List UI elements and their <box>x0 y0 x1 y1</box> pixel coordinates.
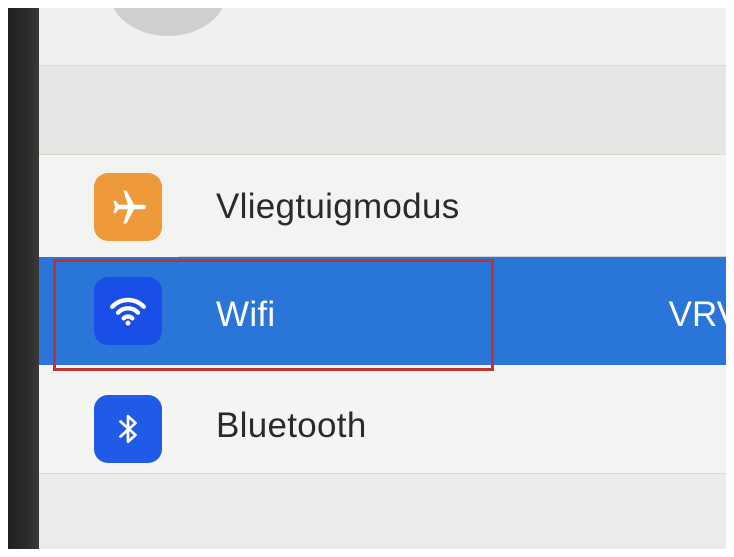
bottom-group-separator <box>39 474 726 549</box>
bluetooth-icon <box>94 395 162 463</box>
group-separator <box>39 66 726 154</box>
airplane-mode-row[interactable]: Vliegtuigmodus <box>39 154 726 263</box>
airplane-icon <box>94 173 162 241</box>
airplane-mode-label: Vliegtuigmodus <box>216 187 460 226</box>
avatar <box>109 8 227 36</box>
highlight-annotation <box>53 259 494 371</box>
device-photo: Vliegtuigmodus Wifi VRV Bluetooth <box>8 8 726 549</box>
profile-row[interactable] <box>39 8 726 66</box>
device-bezel <box>8 8 39 549</box>
bluetooth-row[interactable]: Bluetooth <box>39 365 726 474</box>
wifi-network-name: VRV <box>668 295 726 334</box>
bluetooth-label: Bluetooth <box>216 406 367 445</box>
